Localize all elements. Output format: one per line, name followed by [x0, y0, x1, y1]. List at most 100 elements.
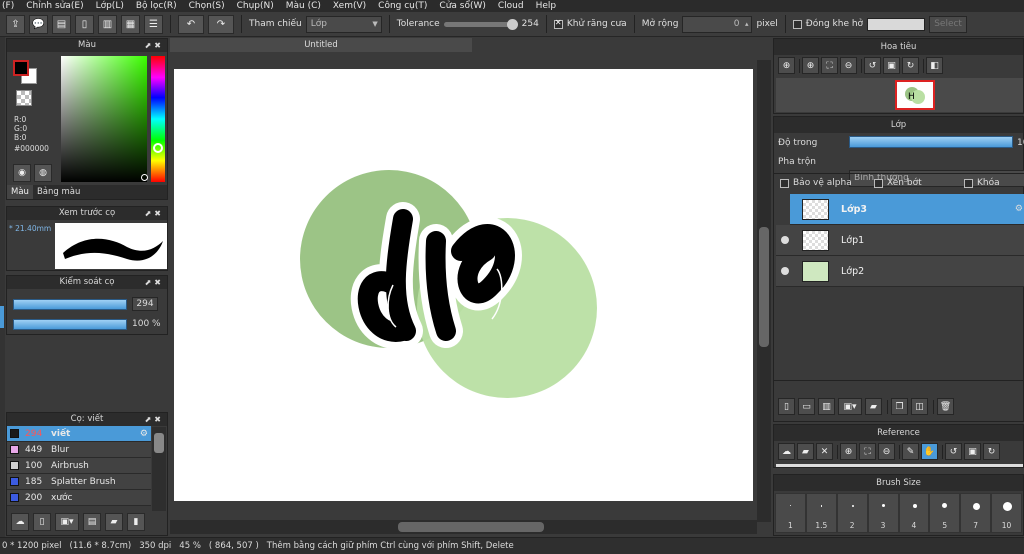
color-picker-cursor[interactable] [141, 174, 148, 181]
panel-controls-icon[interactable]: ⬈✖ [145, 207, 164, 220]
eye-icon[interactable] [781, 267, 789, 275]
brush-item[interactable]: 294 viết ⚙ [7, 426, 151, 442]
flip-icon[interactable]: ◧ [926, 57, 943, 74]
menu-tools[interactable]: Công cụ(T) [378, 0, 427, 12]
rotate-left-icon[interactable]: ↺ [945, 443, 962, 460]
zoom-in-icon[interactable]: ⊕ [802, 57, 819, 74]
document-icon[interactable]: ▯ [75, 14, 94, 34]
fit-screen-icon[interactable]: ⛶ [821, 57, 838, 74]
zoom-in-icon[interactable]: ⊕ [840, 443, 857, 460]
undo-button[interactable]: ↶ [178, 14, 204, 34]
brush-size-cell[interactable]: 2 [836, 493, 868, 533]
reference-close-icon[interactable]: ✕ [816, 443, 833, 460]
panel-controls-icon[interactable]: ⬈✖ [145, 39, 164, 52]
brush-size-cell[interactable]: 1.5 [805, 493, 837, 533]
brush-size-cell[interactable]: 1 [775, 493, 806, 533]
color-settings-icon[interactable]: ◍ [34, 164, 52, 182]
reset-view-icon[interactable]: ▣ [883, 57, 900, 74]
hue-slider[interactable] [151, 56, 165, 182]
layer-opacity-slider[interactable] [849, 136, 1013, 148]
tab-color[interactable]: Màu [7, 185, 33, 199]
protect-alpha-checkbox[interactable] [780, 178, 789, 188]
zoom-out-icon[interactable]: ⊖ [840, 57, 857, 74]
palette-icon[interactable]: ◉ [13, 164, 31, 182]
reference-open-icon[interactable]: ▰ [797, 443, 814, 460]
select-button[interactable]: Select [929, 15, 968, 33]
brush-item[interactable]: 449 Blur [7, 442, 151, 458]
brush-settings-icon[interactable]: ▤ [83, 513, 101, 531]
antialias-checkbox[interactable] [553, 18, 563, 29]
menu-layer[interactable]: Lớp(L) [96, 0, 124, 12]
brush-opacity-slider[interactable] [13, 319, 127, 330]
slider-knob[interactable] [506, 18, 518, 30]
lock-checkbox[interactable] [964, 178, 973, 188]
menu-file[interactable]: (F) [2, 0, 14, 12]
tolerance-slider[interactable] [443, 18, 518, 30]
brush-item[interactable]: 185 Splatter Brush [7, 474, 151, 490]
menu-edit[interactable]: Chỉnh sửa(E) [26, 0, 83, 12]
vertical-scrollbar[interactable] [757, 60, 771, 522]
layer-folder-icon[interactable]: ▰ [865, 398, 882, 415]
drawing-canvas[interactable] [174, 69, 753, 501]
brush-size-value[interactable]: 294 [132, 297, 158, 311]
document-tab[interactable]: Untitled [170, 38, 472, 52]
tab-palette[interactable]: Bảng màu [33, 185, 84, 199]
expand-input[interactable]: 0 ▴ [682, 15, 753, 33]
menu-view[interactable]: Xem(V) [333, 0, 366, 12]
menu-filter[interactable]: Bộ lọc(R) [136, 0, 177, 12]
brush-size-cell[interactable]: 5 [929, 493, 961, 533]
layer-row[interactable]: Lớp2 [776, 256, 1024, 287]
new-text-layer-icon[interactable]: ▥ [818, 398, 835, 415]
delete-layer-icon[interactable]: 🗑 [937, 398, 954, 415]
gear-icon[interactable]: ⚙ [1015, 204, 1023, 214]
close-gap-field[interactable] [867, 17, 926, 31]
new-layer-alt-icon[interactable]: ▭ [798, 398, 815, 415]
text-bubble-icon[interactable]: ▤ [52, 14, 71, 34]
gear-icon[interactable]: ⚙ [140, 429, 148, 439]
layer-row[interactable]: Lớp1 [776, 225, 1024, 256]
duplicate-layer-icon[interactable]: ❐ [891, 398, 908, 415]
zoom-in-icon[interactable]: ⊕ [778, 57, 795, 74]
menu-cloud[interactable]: Cloud [498, 0, 524, 12]
scrollbar-thumb[interactable] [154, 433, 164, 453]
menu-color[interactable]: Màu (C) [286, 0, 321, 12]
eyedropper-icon[interactable]: ✎ [902, 443, 919, 460]
panel-icon[interactable]: ▥ [98, 14, 117, 34]
menu-select[interactable]: Chọn(S) [189, 0, 225, 12]
close-gap-checkbox[interactable] [792, 19, 802, 29]
fit-screen-icon[interactable]: ⛶ [859, 443, 876, 460]
menu-help[interactable]: Help [536, 0, 557, 12]
merge-layer-icon[interactable]: ◫ [911, 398, 928, 415]
brush-delete-icon[interactable]: ▮ [127, 513, 145, 531]
menu-capture[interactable]: Chụp(N) [237, 0, 274, 12]
eye-icon[interactable] [781, 236, 789, 244]
reference-select[interactable]: Lớp ▼ [305, 15, 382, 33]
reset-view-icon[interactable]: ▣ [964, 443, 981, 460]
brush-size-cell[interactable]: 7 [960, 493, 992, 533]
horizontal-scrollbar-thumb[interactable] [398, 522, 544, 532]
grid-icon[interactable]: ▦ [121, 14, 140, 34]
new-layer-icon[interactable]: ▯ [778, 398, 795, 415]
saturation-value-picker[interactable] [61, 56, 147, 182]
list-icon[interactable]: ☰ [144, 14, 163, 34]
hue-slider-knob[interactable] [153, 143, 163, 153]
export-icon[interactable]: ⇪ [6, 14, 25, 34]
brush-size-cell[interactable]: 10 [991, 493, 1022, 533]
brush-folder-icon[interactable]: ▰ [105, 513, 123, 531]
rotate-left-icon[interactable]: ↺ [864, 57, 881, 74]
transparent-swatch[interactable] [16, 90, 32, 106]
zoom-out-icon[interactable]: ⊖ [878, 443, 895, 460]
speech-bubble-icon[interactable]: 💬 [29, 14, 48, 34]
new-brush-icon[interactable]: ▯ [33, 513, 51, 531]
add-layer-menu-icon[interactable]: ▣▾ [838, 398, 862, 415]
brush-size-cell[interactable]: 4 [898, 493, 930, 533]
brush-cloud-icon[interactable]: ☁ [11, 513, 29, 531]
horizontal-scrollbar[interactable] [170, 520, 757, 534]
brush-list-scrollbar[interactable] [152, 427, 166, 511]
navigator-thumbnail[interactable]: H [895, 80, 935, 110]
panel-controls-icon[interactable]: ⬈✖ [145, 276, 164, 289]
vertical-scrollbar-thumb[interactable] [759, 227, 769, 347]
rotate-right-icon[interactable]: ↻ [902, 57, 919, 74]
layer-row[interactable]: Lớp3 ⚙ [790, 194, 1024, 225]
redo-button[interactable]: ↷ [208, 14, 234, 34]
